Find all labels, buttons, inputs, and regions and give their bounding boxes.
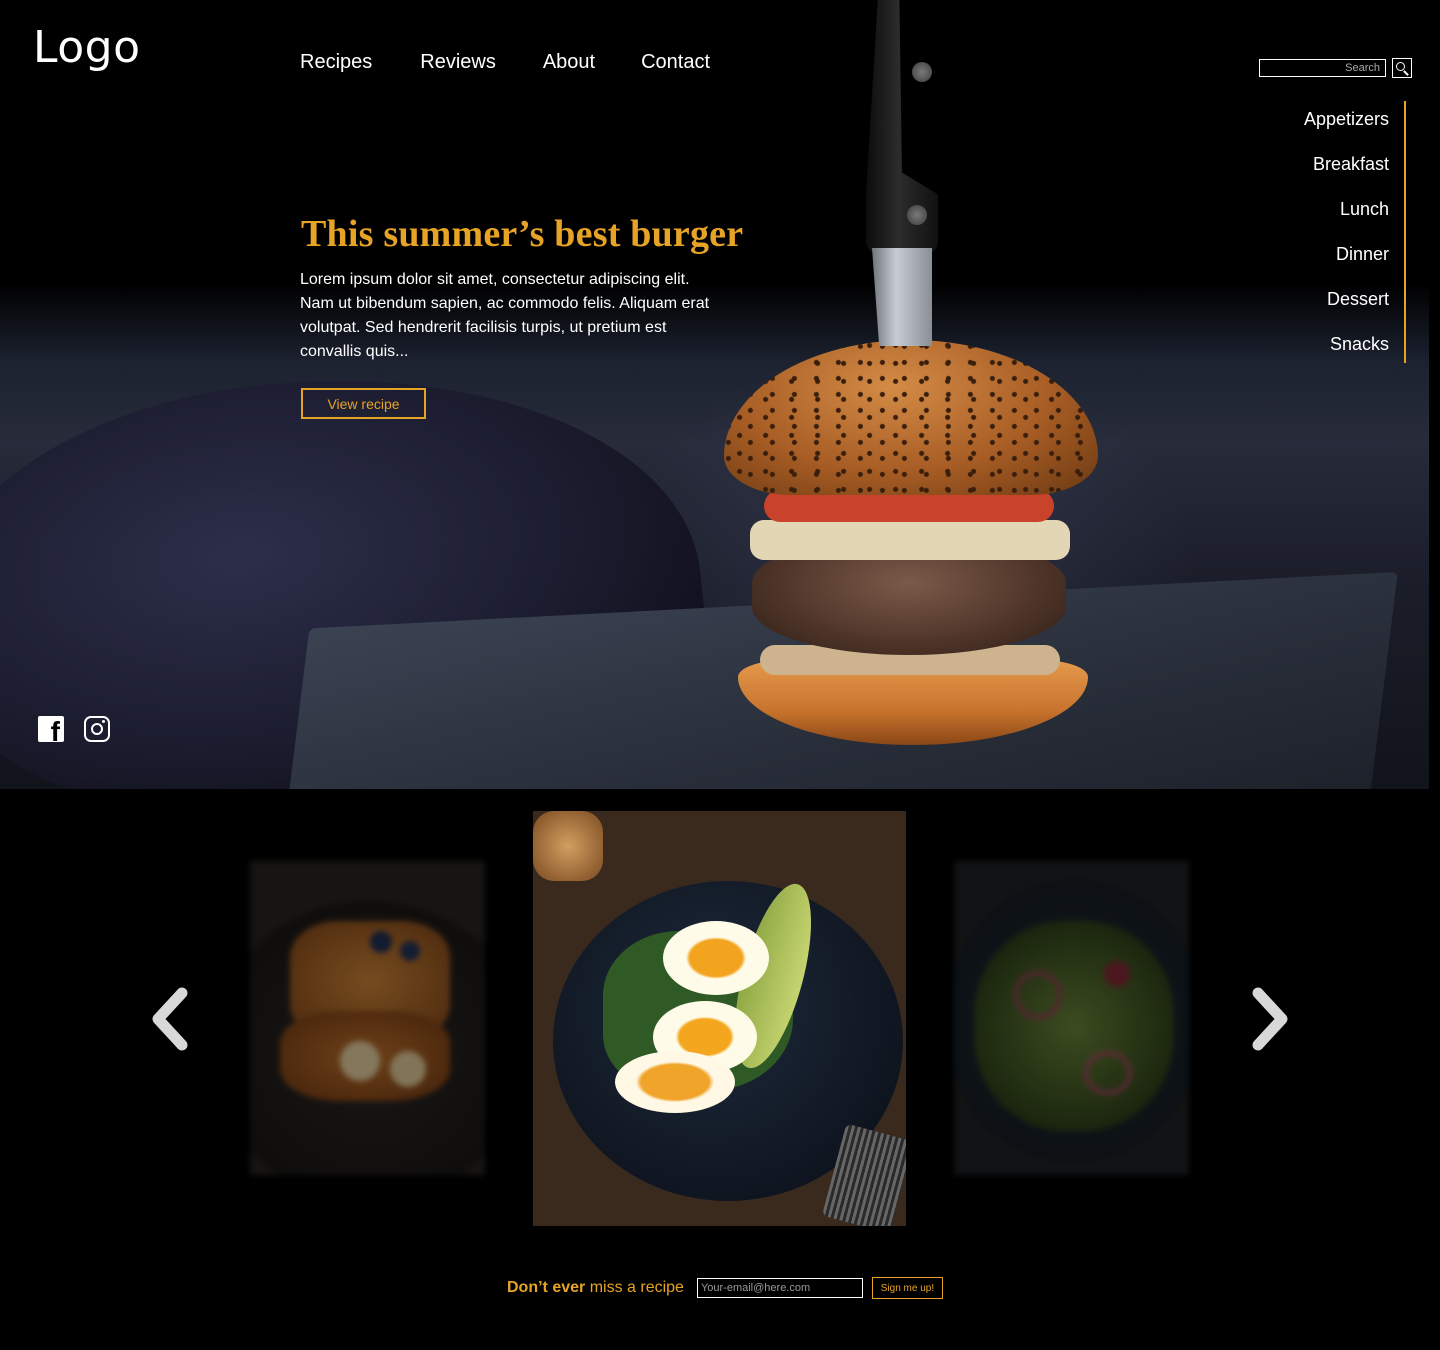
- nav-recipes[interactable]: Recipes: [300, 51, 372, 74]
- email-field[interactable]: [696, 1278, 863, 1298]
- facebook-icon[interactable]: f: [38, 716, 64, 742]
- search-button[interactable]: [1392, 58, 1412, 78]
- chevron-right-icon[interactable]: [1250, 987, 1290, 1051]
- nav-about[interactable]: About: [543, 51, 595, 74]
- site-logo[interactable]: Logo: [33, 22, 141, 73]
- category-breakfast[interactable]: Breakfast: [1313, 154, 1389, 175]
- category-menu: Appetizers Breakfast Lunch Dinner Desser…: [1204, 101, 1406, 363]
- main-nav: Recipes Reviews About Contact: [300, 51, 710, 74]
- sign-up-button[interactable]: Sign me up!: [871, 1277, 943, 1299]
- carousel-card-salad[interactable]: [954, 861, 1189, 1175]
- nav-contact[interactable]: Contact: [641, 51, 710, 74]
- nav-reviews[interactable]: Reviews: [420, 51, 496, 74]
- instagram-icon[interactable]: [84, 716, 110, 742]
- category-dinner[interactable]: Dinner: [1336, 244, 1389, 265]
- view-recipe-button[interactable]: View recipe: [301, 388, 426, 419]
- burger-image: [720, 330, 1100, 750]
- newsletter-text: Don’t ever miss a recipe: [507, 1279, 684, 1296]
- category-snacks[interactable]: Snacks: [1330, 334, 1389, 355]
- category-lunch[interactable]: Lunch: [1340, 199, 1389, 220]
- knife-image: [866, 0, 938, 255]
- chevron-left-icon[interactable]: [150, 987, 190, 1051]
- category-dessert[interactable]: Dessert: [1327, 289, 1389, 310]
- newsletter-signup: Don’t ever miss a recipe Sign me up!: [507, 1277, 943, 1299]
- feature-title: This summer’s best burger: [301, 213, 744, 255]
- search-bar: [1259, 58, 1412, 78]
- social-links: f: [38, 716, 110, 742]
- carousel-card-egg-toast[interactable]: [533, 811, 906, 1226]
- feature-description: Lorem ipsum dolor sit amet, consectetur …: [300, 271, 710, 360]
- category-appetizers[interactable]: Appetizers: [1304, 109, 1389, 130]
- search-input[interactable]: [1259, 59, 1386, 77]
- recipe-carousel: [0, 789, 1440, 1239]
- carousel-card-french-toast[interactable]: [250, 861, 485, 1175]
